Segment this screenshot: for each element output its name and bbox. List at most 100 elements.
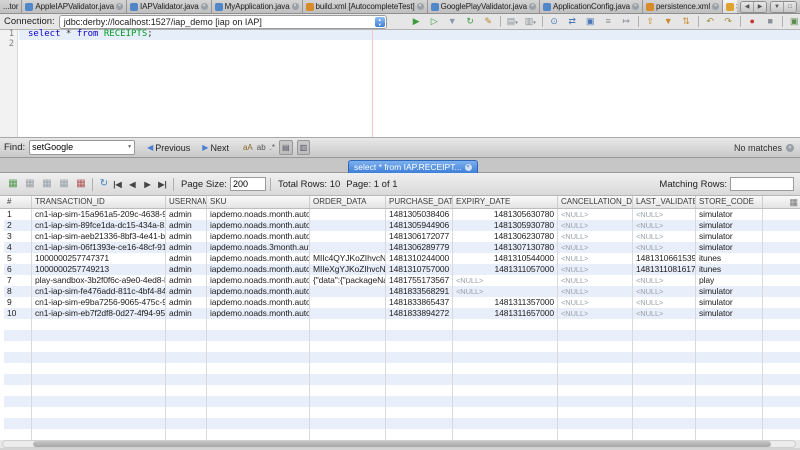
record-macro-icon[interactable]: ● <box>745 15 760 28</box>
grid-cell[interactable]: iapdemo.noads.month.auto <box>207 297 310 308</box>
table-row[interactable]: 7play-sandbox-3b2f0f6c-a9e0-4ed8-b...adm… <box>4 275 800 286</box>
replace-icon[interactable]: ⇄ <box>565 15 580 28</box>
column-header[interactable]: PURCHASE_DATE <box>386 196 453 208</box>
grid-cell[interactable]: admin <box>166 253 207 264</box>
grid-cell[interactable]: admin <box>166 220 207 231</box>
grid-cell[interactable] <box>310 231 386 242</box>
scrollbar-thumb[interactable] <box>33 441 771 447</box>
connection-combo[interactable]: jdbc:derby://localhost:1527/iap_demo [ia… <box>59 15 387 29</box>
grid-cell[interactable]: 1481833865437 <box>386 297 453 308</box>
close-tab-icon[interactable]: × <box>201 3 208 10</box>
edit-record-icon[interactable]: ▦ <box>40 174 54 194</box>
table-row[interactable]: 8cn1-iap-sim-fe476add-811c-4bf4-84...adm… <box>4 286 800 297</box>
stop-macro-icon[interactable]: ■ <box>763 15 778 28</box>
grid-cell[interactable]: <NULL> <box>558 264 633 275</box>
code-line[interactable] <box>19 40 800 50</box>
first-page-icon[interactable]: |◀ <box>111 180 124 189</box>
truncate-table-icon[interactable]: ▦ <box>74 174 88 194</box>
close-tab-icon[interactable]: × <box>292 3 299 10</box>
grid-cell[interactable]: simulator <box>696 308 763 319</box>
grid-cell[interactable] <box>310 286 386 297</box>
grid-cell[interactable]: <NULL> <box>558 220 633 231</box>
grid-cell[interactable]: 1000000257747371 <box>32 253 166 264</box>
last-page-icon[interactable]: ▶| <box>156 180 169 189</box>
grid-cell[interactable]: itunes <box>696 253 763 264</box>
editor-tab[interactable]: MyApplication.java× <box>212 0 303 13</box>
next-bookmark-icon[interactable]: ▼ <box>661 15 676 28</box>
grid-cell[interactable]: iapdemo.noads.3month.auto <box>207 242 310 253</box>
edit-document-icon[interactable]: ✎ <box>481 15 496 28</box>
column-header[interactable]: ORDER_DATA <box>310 196 386 208</box>
table-row[interactable]: 10cn1-iap-sim-eb7f2df8-0d27-4f94-95...ad… <box>4 308 800 319</box>
close-tab-icon[interactable]: × <box>529 3 536 10</box>
table-row[interactable]: 1cn1-iap-sim-15a961a5-209c-4638-9...admi… <box>4 209 800 220</box>
tab-list-dropdown-icon[interactable]: ▼ <box>771 2 784 12</box>
grid-cell[interactable]: 1481311081617 <box>633 264 696 275</box>
grid-cell[interactable]: 1481755173567 <box>386 275 453 286</box>
close-results-tab-icon[interactable]: × <box>465 164 472 171</box>
redo-icon[interactable]: ↷ <box>721 15 736 28</box>
grid-cell[interactable]: admin <box>166 308 207 319</box>
table-settings-icon[interactable]: ▦ <box>789 197 798 208</box>
column-header[interactable]: # <box>4 196 32 208</box>
close-tab-icon[interactable]: × <box>632 3 639 10</box>
insert-record-icon[interactable]: ▦ <box>6 174 20 194</box>
grid-cell[interactable]: <NULL> <box>558 297 633 308</box>
grid-cell[interactable]: iapdemo.noads.month.auto <box>207 275 310 286</box>
grid-cell[interactable]: 1000000257749213 <box>32 264 166 275</box>
grid-cell[interactable]: iapdemo.noads.month.auto <box>207 308 310 319</box>
grid-cell[interactable] <box>310 242 386 253</box>
grid-cell[interactable]: 1481833894272 <box>386 308 453 319</box>
copy-icon[interactable]: ▣ <box>583 15 598 28</box>
table-row[interactable]: 51000000257747371adminiapdemo.noads.mont… <box>4 253 800 264</box>
grid-cell[interactable]: 2 <box>4 220 32 231</box>
grid-cell[interactable]: admin <box>166 297 207 308</box>
close-find-icon[interactable]: × <box>786 144 794 152</box>
grid-cell[interactable]: cn1-iap-sim-06f1393e-ce16-48cf-91... <box>32 242 166 253</box>
find-next-button[interactable]: ▶ Next <box>202 143 229 153</box>
grid-cell[interactable]: itunes <box>696 264 763 275</box>
grid-cell[interactable]: 1481311357000 <box>453 297 558 308</box>
grid-cell[interactable]: 6 <box>4 264 32 275</box>
grid-cell[interactable]: iapdemo.noads.month.auto <box>207 253 310 264</box>
grid-cell[interactable]: <NULL> <box>633 275 696 286</box>
regex-icon[interactable]: .* <box>270 141 275 154</box>
grid-cell[interactable]: <NULL> <box>558 242 633 253</box>
column-header[interactable]: EXPIRY_DATE <box>453 196 558 208</box>
grid-cell[interactable]: admin <box>166 242 207 253</box>
find-combo[interactable]: ▼ <box>29 140 135 155</box>
grid-cell[interactable]: <NULL> <box>633 209 696 220</box>
close-tab-icon[interactable]: × <box>116 3 123 10</box>
grid-cell[interactable]: admin <box>166 286 207 297</box>
grid-cell[interactable]: play <box>696 275 763 286</box>
page-size-input[interactable] <box>230 177 266 191</box>
grid-cell[interactable]: simulator <box>696 231 763 242</box>
grid-cell[interactable]: 7 <box>4 275 32 286</box>
next-page-icon[interactable]: ▶ <box>141 180 154 189</box>
grid-cell[interactable]: 1481310244000 <box>386 253 453 264</box>
editor-tab[interactable]: SQL 1 [jdbc:derby://localhost:15...]× <box>723 0 737 13</box>
grid-cell[interactable]: simulator <box>696 220 763 231</box>
sql-filter-icon[interactable]: ▼ <box>445 15 460 28</box>
previous-page-icon[interactable]: ◀ <box>126 180 139 189</box>
grid-cell[interactable]: <NULL> <box>633 308 696 319</box>
grid-cell[interactable]: 1481305944906 <box>386 220 453 231</box>
table-row[interactable]: 2cn1-iap-sim-89fce1da-dc15-434a-81...adm… <box>4 220 800 231</box>
grid-cell[interactable]: 1481306230780 <box>453 231 558 242</box>
combo-stepper-icon[interactable]: ▲▼ <box>375 17 385 27</box>
delete-record-icon[interactable]: ▦ <box>23 174 37 194</box>
match-case-icon[interactable]: aA <box>243 141 253 154</box>
table-row[interactable]: 4cn1-iap-sim-06f1393e-ce16-48cf-91...adm… <box>4 242 800 253</box>
editor-tab[interactable]: AppleIAPValidator.java× <box>22 0 127 13</box>
table-row[interactable]: 3cn1-iap-sim-aeb21336-8bf3-4e41-b...admi… <box>4 231 800 242</box>
refresh-connection-icon[interactable]: ↻ <box>463 15 478 28</box>
grid-cell[interactable]: <NULL> <box>453 275 558 286</box>
sql-history-icon[interactable]: ▤▾ <box>505 15 520 28</box>
grid-cell[interactable]: 1481311057000 <box>453 264 558 275</box>
scroll-tabs-left-icon[interactable]: ◀ <box>741 2 754 12</box>
sql-editor[interactable]: 12 select * from RECEIPTS; <box>0 30 800 137</box>
grid-cell[interactable]: simulator <box>696 297 763 308</box>
grid-cell[interactable]: 10 <box>4 308 32 319</box>
editor-tab[interactable]: persistence.xml× <box>643 0 723 13</box>
grid-cell[interactable]: 1481305630780 <box>453 209 558 220</box>
